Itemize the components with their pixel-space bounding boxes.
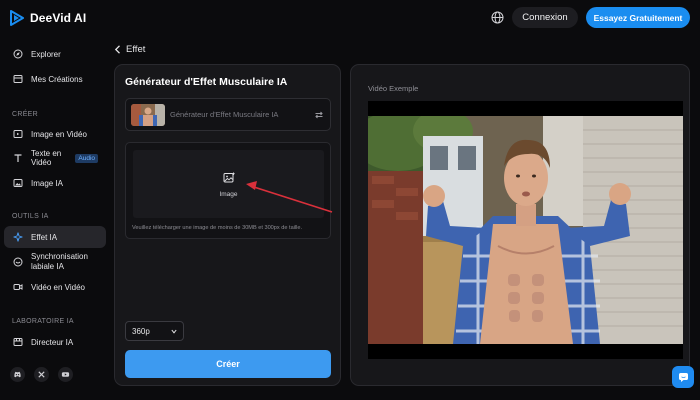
preview-panel: Vidéo Exemple bbox=[350, 64, 690, 386]
sidebar-item-label: Directeur IA bbox=[31, 337, 74, 347]
sidebar-item-label: Image en Vidéo bbox=[31, 129, 87, 139]
upload-label: Image bbox=[219, 191, 238, 198]
sidebar-item-label: Effet IA bbox=[31, 232, 58, 242]
effect-selector[interactable]: Générateur d'Effet Musculaire IA bbox=[125, 98, 331, 131]
image-upload-dropzone[interactable]: Image bbox=[133, 150, 324, 218]
generator-panel: Générateur d'Effet Musculaire IA Générat… bbox=[114, 64, 341, 386]
text-icon bbox=[12, 153, 23, 164]
swap-icon[interactable] bbox=[314, 110, 324, 120]
sidebar-item-synchronisation-labiale[interactable]: Synchronisation labiale IA bbox=[4, 251, 106, 273]
chevron-left-icon bbox=[114, 45, 120, 54]
preview-title: Vidéo Exemple bbox=[368, 84, 419, 93]
sidebar-item-label: Vidéo en Vidéo bbox=[31, 282, 85, 292]
section-label-outils-ia: OUTILS IA bbox=[12, 213, 49, 220]
back-label: Effet bbox=[126, 44, 146, 55]
upload-hint: Veuillez télécharger une image de moins … bbox=[132, 225, 303, 231]
sidebar-item-video-en-video[interactable]: Vidéo en Vidéo bbox=[4, 280, 106, 294]
sidebar-item-mes-creations[interactable]: Mes Créations bbox=[4, 72, 106, 86]
sparkle-icon bbox=[12, 232, 23, 243]
chat-icon bbox=[678, 372, 688, 382]
x-icon[interactable] bbox=[34, 367, 49, 382]
video-icon bbox=[12, 282, 23, 293]
folder-icon bbox=[12, 74, 23, 85]
image-video-icon bbox=[12, 129, 23, 140]
page-title: Générateur d'Effet Musculaire IA bbox=[125, 76, 288, 88]
section-label-creer: CRÉER bbox=[12, 111, 39, 118]
try-free-button[interactable]: Essayez Gratuitement bbox=[586, 7, 690, 28]
upload-card: Image Veuillez télécharger une image de … bbox=[125, 142, 331, 239]
sidebar-item-effet-ia[interactable]: Effet IA bbox=[4, 226, 106, 248]
sidebar-item-image-en-video[interactable]: Image en Vidéo bbox=[4, 127, 106, 141]
example-video[interactable] bbox=[368, 101, 683, 359]
sidebar-item-explorer[interactable]: Explorer bbox=[4, 47, 106, 61]
sidebar-item-image-ia[interactable]: Image IA bbox=[4, 176, 106, 190]
login-button[interactable]: Connexion bbox=[512, 7, 578, 28]
back-link[interactable]: Effet bbox=[114, 44, 145, 55]
audio-badge: Audio bbox=[75, 153, 98, 163]
deevid-logo-icon bbox=[10, 10, 24, 26]
sidebar-item-directeur-ia[interactable]: Directeur IA bbox=[4, 335, 106, 349]
chevron-down-icon bbox=[171, 329, 177, 334]
globe-icon[interactable] bbox=[491, 11, 504, 24]
create-button[interactable]: Créer bbox=[125, 350, 331, 378]
social-links bbox=[10, 367, 73, 382]
section-label-laboratoire-ia: LABORATOIRE IA bbox=[12, 318, 74, 325]
resolution-value: 360p bbox=[132, 326, 150, 336]
sidebar-item-texte-en-video[interactable]: Texte en Vidéo Audio bbox=[4, 149, 106, 167]
director-icon bbox=[12, 337, 23, 348]
effect-name: Générateur d'Effet Musculaire IA bbox=[170, 110, 279, 119]
effect-thumbnail bbox=[131, 104, 165, 126]
sidebar-item-label: Texte en Vidéo bbox=[31, 149, 62, 167]
chat-button[interactable] bbox=[672, 366, 694, 388]
lipsync-icon bbox=[12, 257, 23, 268]
sidebar-item-label: Image IA bbox=[31, 178, 64, 188]
brand-name: DeeVid AI bbox=[30, 11, 87, 25]
discord-icon[interactable] bbox=[10, 367, 25, 382]
example-video-still bbox=[368, 116, 683, 344]
image-icon bbox=[12, 178, 23, 189]
sidebar: DeeVid AI Explorer Mes Créations CRÉER I… bbox=[0, 0, 114, 400]
sidebar-item-label: Mes Créations bbox=[31, 74, 83, 84]
compass-icon bbox=[12, 49, 23, 60]
sidebar-item-label: Synchronisation labiale IA bbox=[31, 252, 88, 271]
sidebar-item-label: Explorer bbox=[31, 49, 61, 59]
resolution-select[interactable]: 360p bbox=[125, 321, 184, 341]
brand-logo[interactable]: DeeVid AI bbox=[10, 9, 86, 27]
youtube-icon[interactable] bbox=[58, 367, 73, 382]
image-upload-icon bbox=[223, 172, 235, 183]
